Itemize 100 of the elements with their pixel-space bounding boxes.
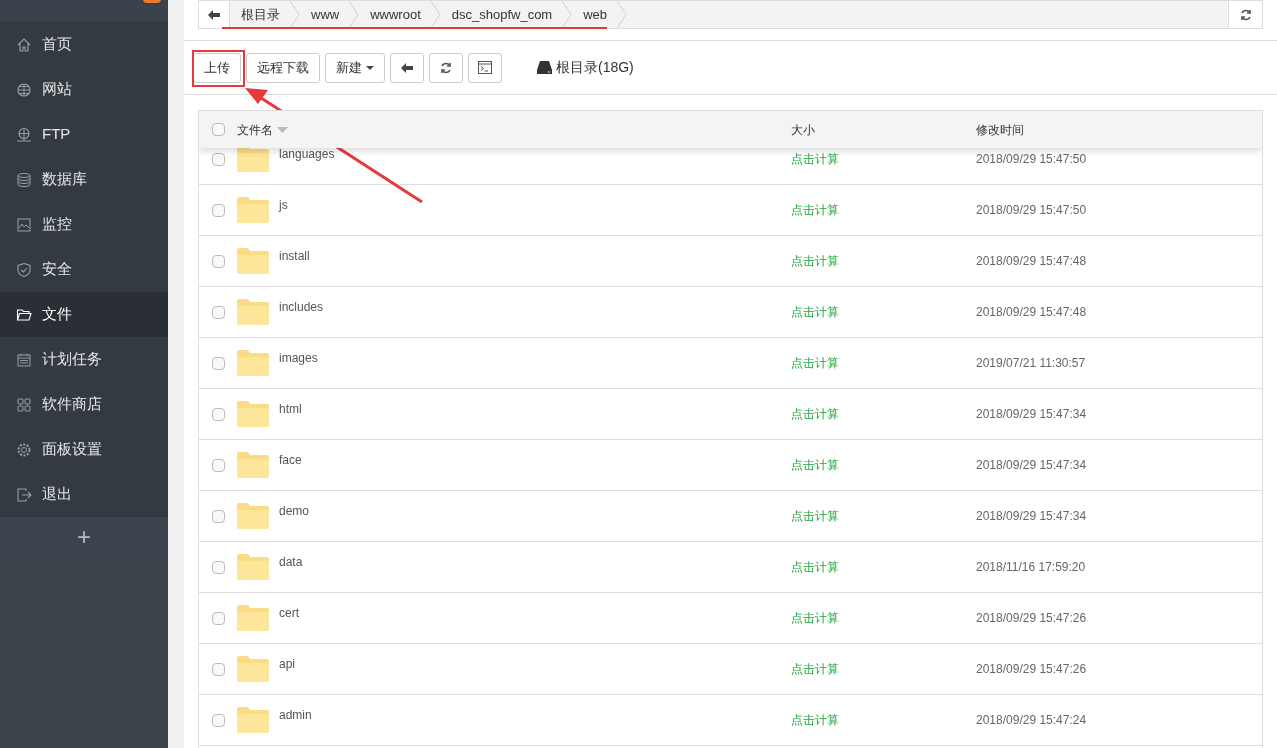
file-name[interactable]: images xyxy=(279,349,318,367)
chevron-icon xyxy=(430,1,441,28)
settings-icon xyxy=(16,441,32,458)
grid-icon xyxy=(16,396,32,413)
checkbox[interactable] xyxy=(211,407,225,421)
checkbox[interactable] xyxy=(211,662,225,676)
checkbox[interactable] xyxy=(211,356,225,370)
chevron-icon xyxy=(617,1,628,28)
hard-drive-icon xyxy=(537,61,552,74)
file-name[interactable]: admin xyxy=(279,706,312,724)
sidebar-item[interactable]: 数据库 xyxy=(0,157,168,202)
back-arrow-icon xyxy=(401,62,413,73)
checkbox[interactable] xyxy=(211,560,225,574)
database-icon xyxy=(16,171,32,188)
sort-down-icon xyxy=(277,126,288,133)
modified-time: 2018/09/29 15:47:26 xyxy=(976,611,1087,625)
file-name[interactable]: data xyxy=(279,553,303,571)
globe-icon xyxy=(16,126,32,143)
chart-icon xyxy=(16,216,32,233)
terminal-icon xyxy=(478,61,492,74)
modified-time: 2018/09/29 15:47:34 xyxy=(976,458,1087,472)
checkbox[interactable] xyxy=(211,713,225,727)
caret-icon xyxy=(366,65,374,70)
modified-time: 2018/09/29 15:47:24 xyxy=(976,713,1087,727)
column-header[interactable]: 修改时间 xyxy=(976,122,1024,137)
globe-icon xyxy=(16,81,32,98)
annotation-frame xyxy=(192,50,245,87)
checkbox[interactable] xyxy=(211,152,225,166)
file-name[interactable]: includes xyxy=(279,298,324,316)
file-name[interactable]: languages xyxy=(279,148,335,163)
folder-icon xyxy=(237,197,269,223)
breadcrumb-item[interactable]: web xyxy=(572,1,628,28)
sidebar-item[interactable]: 首页 xyxy=(0,22,168,67)
sidebar-item[interactable]: 面板设置 xyxy=(0,427,168,472)
new-dropdown-button[interactable]: 新建 xyxy=(325,52,385,83)
terminal-button[interactable] xyxy=(468,52,502,83)
file-name[interactable]: install xyxy=(279,247,310,265)
home-icon xyxy=(16,36,32,53)
folder-icon xyxy=(237,503,269,529)
toolbar-button[interactable]: 上传 xyxy=(193,52,241,83)
refresh-button[interactable] xyxy=(429,52,463,83)
chevron-icon xyxy=(349,1,360,28)
back-button[interactable] xyxy=(199,1,230,28)
breadcrumb-item[interactable]: www xyxy=(300,1,360,28)
folder-icon xyxy=(237,350,269,376)
sidebar-item[interactable]: 安全 xyxy=(0,247,168,292)
file-name[interactable]: demo xyxy=(279,502,310,520)
breadcrumb-item[interactable]: dsc_shopfw_com xyxy=(440,1,573,28)
sidebar-item[interactable]: 计划任务 xyxy=(0,337,168,382)
modified-time: 2018/11/16 17:59:20 xyxy=(976,560,1086,574)
sidebar-item[interactable]: FTP xyxy=(0,112,168,157)
sidebar-item[interactable]: 软件商店 xyxy=(0,382,168,427)
exit-icon xyxy=(16,486,32,503)
breadcrumb-item[interactable]: wwwroot xyxy=(359,1,441,28)
folder-icon xyxy=(237,148,269,172)
breadcrumb-item[interactable]: 根目录 xyxy=(230,1,300,28)
disk-label: 根目录(18G) xyxy=(556,58,634,77)
modified-time: 2018/09/29 15:47:34 xyxy=(976,509,1087,523)
checkbox[interactable] xyxy=(211,254,225,268)
checkbox[interactable] xyxy=(211,611,225,625)
column-header[interactable]: 大小 xyxy=(791,122,815,137)
folder-icon xyxy=(237,707,269,733)
checkbox[interactable] xyxy=(211,305,225,319)
sidebar-item[interactable]: 监控 xyxy=(0,202,168,247)
folder-icon xyxy=(237,248,269,274)
left-arrow-icon xyxy=(208,9,220,20)
folder-icon xyxy=(237,452,269,478)
refresh-icon xyxy=(1239,8,1252,21)
toolbar-button[interactable]: 远程下载 xyxy=(246,52,320,83)
table-row[interactable]: languages 点击计算 2018/09/29 15:47:50 xyxy=(199,148,1262,185)
file-name[interactable]: api xyxy=(279,655,295,673)
shield-icon xyxy=(16,261,32,278)
modified-time: 2019/07/21 11:30:57 xyxy=(976,356,1086,370)
column-header[interactable]: 文件名 xyxy=(237,120,273,139)
folder-icon xyxy=(237,605,269,631)
checkbox[interactable] xyxy=(211,509,225,523)
back-button[interactable] xyxy=(390,52,424,83)
modified-time: 2018/09/29 15:47:50 xyxy=(976,152,1087,166)
sidebar-item[interactable]: 退出 xyxy=(0,472,168,517)
sidebar-item[interactable]: 文件 xyxy=(0,292,168,337)
file-name[interactable]: html xyxy=(279,400,302,418)
sidebar-item[interactable]: 网站 xyxy=(0,67,168,112)
folder-icon xyxy=(237,299,269,325)
refresh-button[interactable] xyxy=(1228,1,1262,28)
modified-time: 2018/09/29 15:47:48 xyxy=(976,254,1087,268)
modified-time: 2018/09/29 15:47:48 xyxy=(976,305,1087,319)
calendar-icon xyxy=(16,351,32,368)
add-button[interactable]: + xyxy=(77,525,91,549)
chevron-icon xyxy=(562,1,573,28)
modified-time: 2018/09/29 15:47:50 xyxy=(976,203,1087,217)
folder-icon xyxy=(16,306,32,323)
file-name[interactable]: face xyxy=(279,451,302,469)
file-name[interactable]: cert xyxy=(279,604,299,622)
modified-time: 2018/09/29 15:47:26 xyxy=(976,662,1087,676)
checkbox[interactable] xyxy=(211,458,225,472)
file-name[interactable]: js xyxy=(279,196,288,214)
checkbox[interactable] xyxy=(211,123,225,136)
checkbox[interactable] xyxy=(211,203,225,217)
modified-time: 2018/09/29 15:47:34 xyxy=(976,407,1087,421)
folder-icon xyxy=(237,656,269,682)
